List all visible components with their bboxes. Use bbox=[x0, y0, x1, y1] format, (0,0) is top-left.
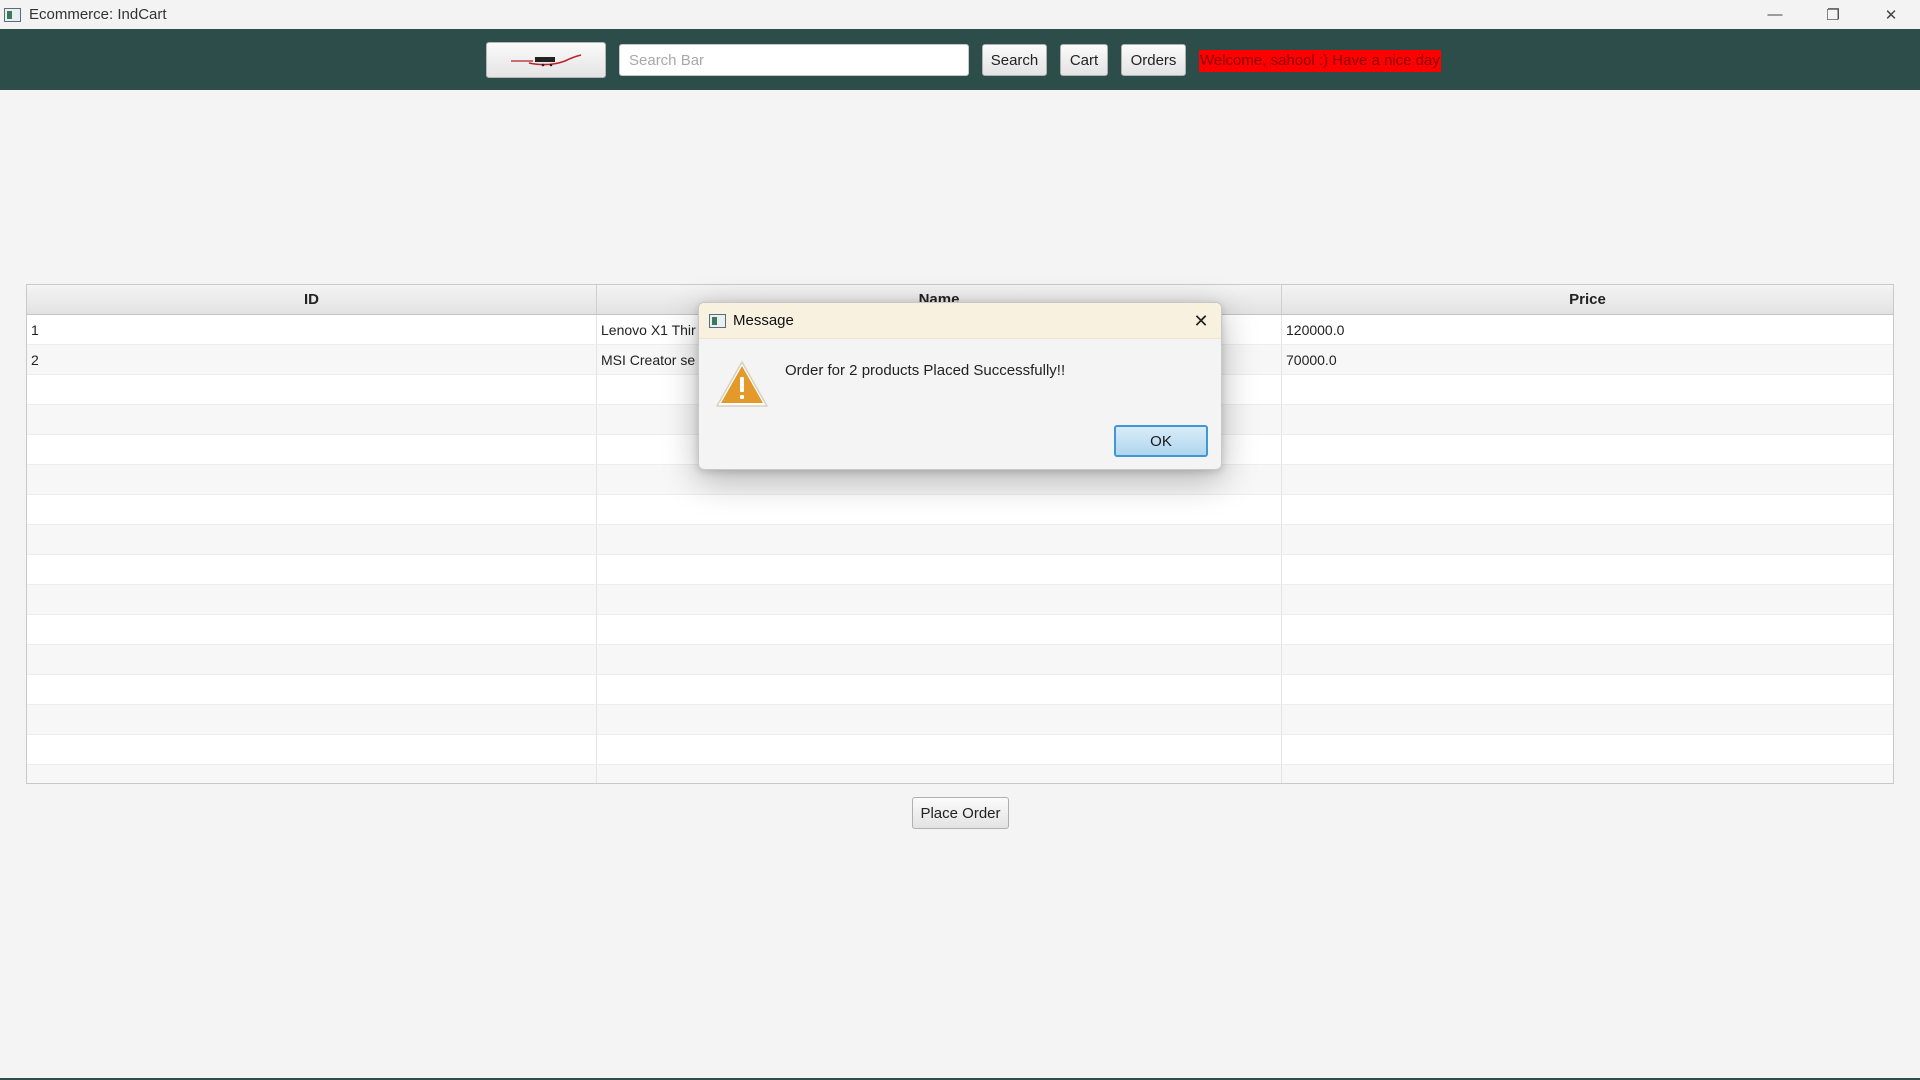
message-dialog: Message ✕ Order for 2 products Placed Su… bbox=[698, 302, 1222, 470]
restore-button[interactable]: ❐ bbox=[1804, 0, 1862, 29]
orders-button[interactable]: Orders bbox=[1121, 44, 1186, 76]
dialog-close-button[interactable]: ✕ bbox=[1189, 309, 1213, 333]
column-header-price[interactable]: Price bbox=[1282, 285, 1893, 314]
empty-row bbox=[27, 495, 1893, 525]
place-order-button[interactable]: Place Order bbox=[912, 797, 1009, 829]
cell-price: 70000.0 bbox=[1286, 351, 1337, 368]
empty-row bbox=[27, 585, 1893, 615]
welcome-message: Welcome, sahool :) Have a nice day bbox=[1199, 50, 1441, 72]
cell-price: 120000.0 bbox=[1286, 321, 1345, 338]
dialog-message: Order for 2 products Placed Successfully… bbox=[785, 362, 1066, 379]
close-window-button[interactable]: ✕ bbox=[1862, 0, 1920, 29]
top-toolbar: Search Cart Orders Welcome, sahool :) Ha… bbox=[0, 29, 1920, 90]
window-controls: — ❐ ✕ bbox=[1746, 0, 1920, 29]
column-header-id[interactable]: ID bbox=[27, 285, 597, 314]
app-icon bbox=[4, 7, 22, 23]
dialog-title-bar[interactable]: Message ✕ bbox=[699, 303, 1221, 339]
empty-row bbox=[27, 675, 1893, 705]
window-title-bar: Ecommerce: IndCart — ❐ ✕ bbox=[0, 0, 1920, 29]
logo-button[interactable] bbox=[486, 42, 606, 78]
cell-id: 1 bbox=[27, 315, 597, 344]
empty-row bbox=[27, 705, 1893, 735]
cell-id: 2 bbox=[27, 345, 597, 374]
app-icon bbox=[709, 313, 727, 329]
window-title: Ecommerce: IndCart bbox=[29, 6, 167, 23]
ok-button[interactable]: OK bbox=[1114, 425, 1208, 457]
empty-row bbox=[27, 555, 1893, 585]
empty-row bbox=[27, 525, 1893, 555]
indcart-logo-icon bbox=[511, 54, 582, 67]
dialog-title: Message bbox=[733, 312, 794, 329]
search-button[interactable]: Search bbox=[982, 44, 1047, 76]
search-input[interactable] bbox=[619, 44, 969, 76]
empty-row bbox=[27, 615, 1893, 645]
warning-icon bbox=[716, 361, 768, 407]
empty-row bbox=[27, 765, 1893, 783]
minimize-button[interactable]: — bbox=[1746, 0, 1804, 29]
empty-row bbox=[27, 645, 1893, 675]
empty-row bbox=[27, 735, 1893, 765]
cart-button[interactable]: Cart bbox=[1060, 44, 1108, 76]
